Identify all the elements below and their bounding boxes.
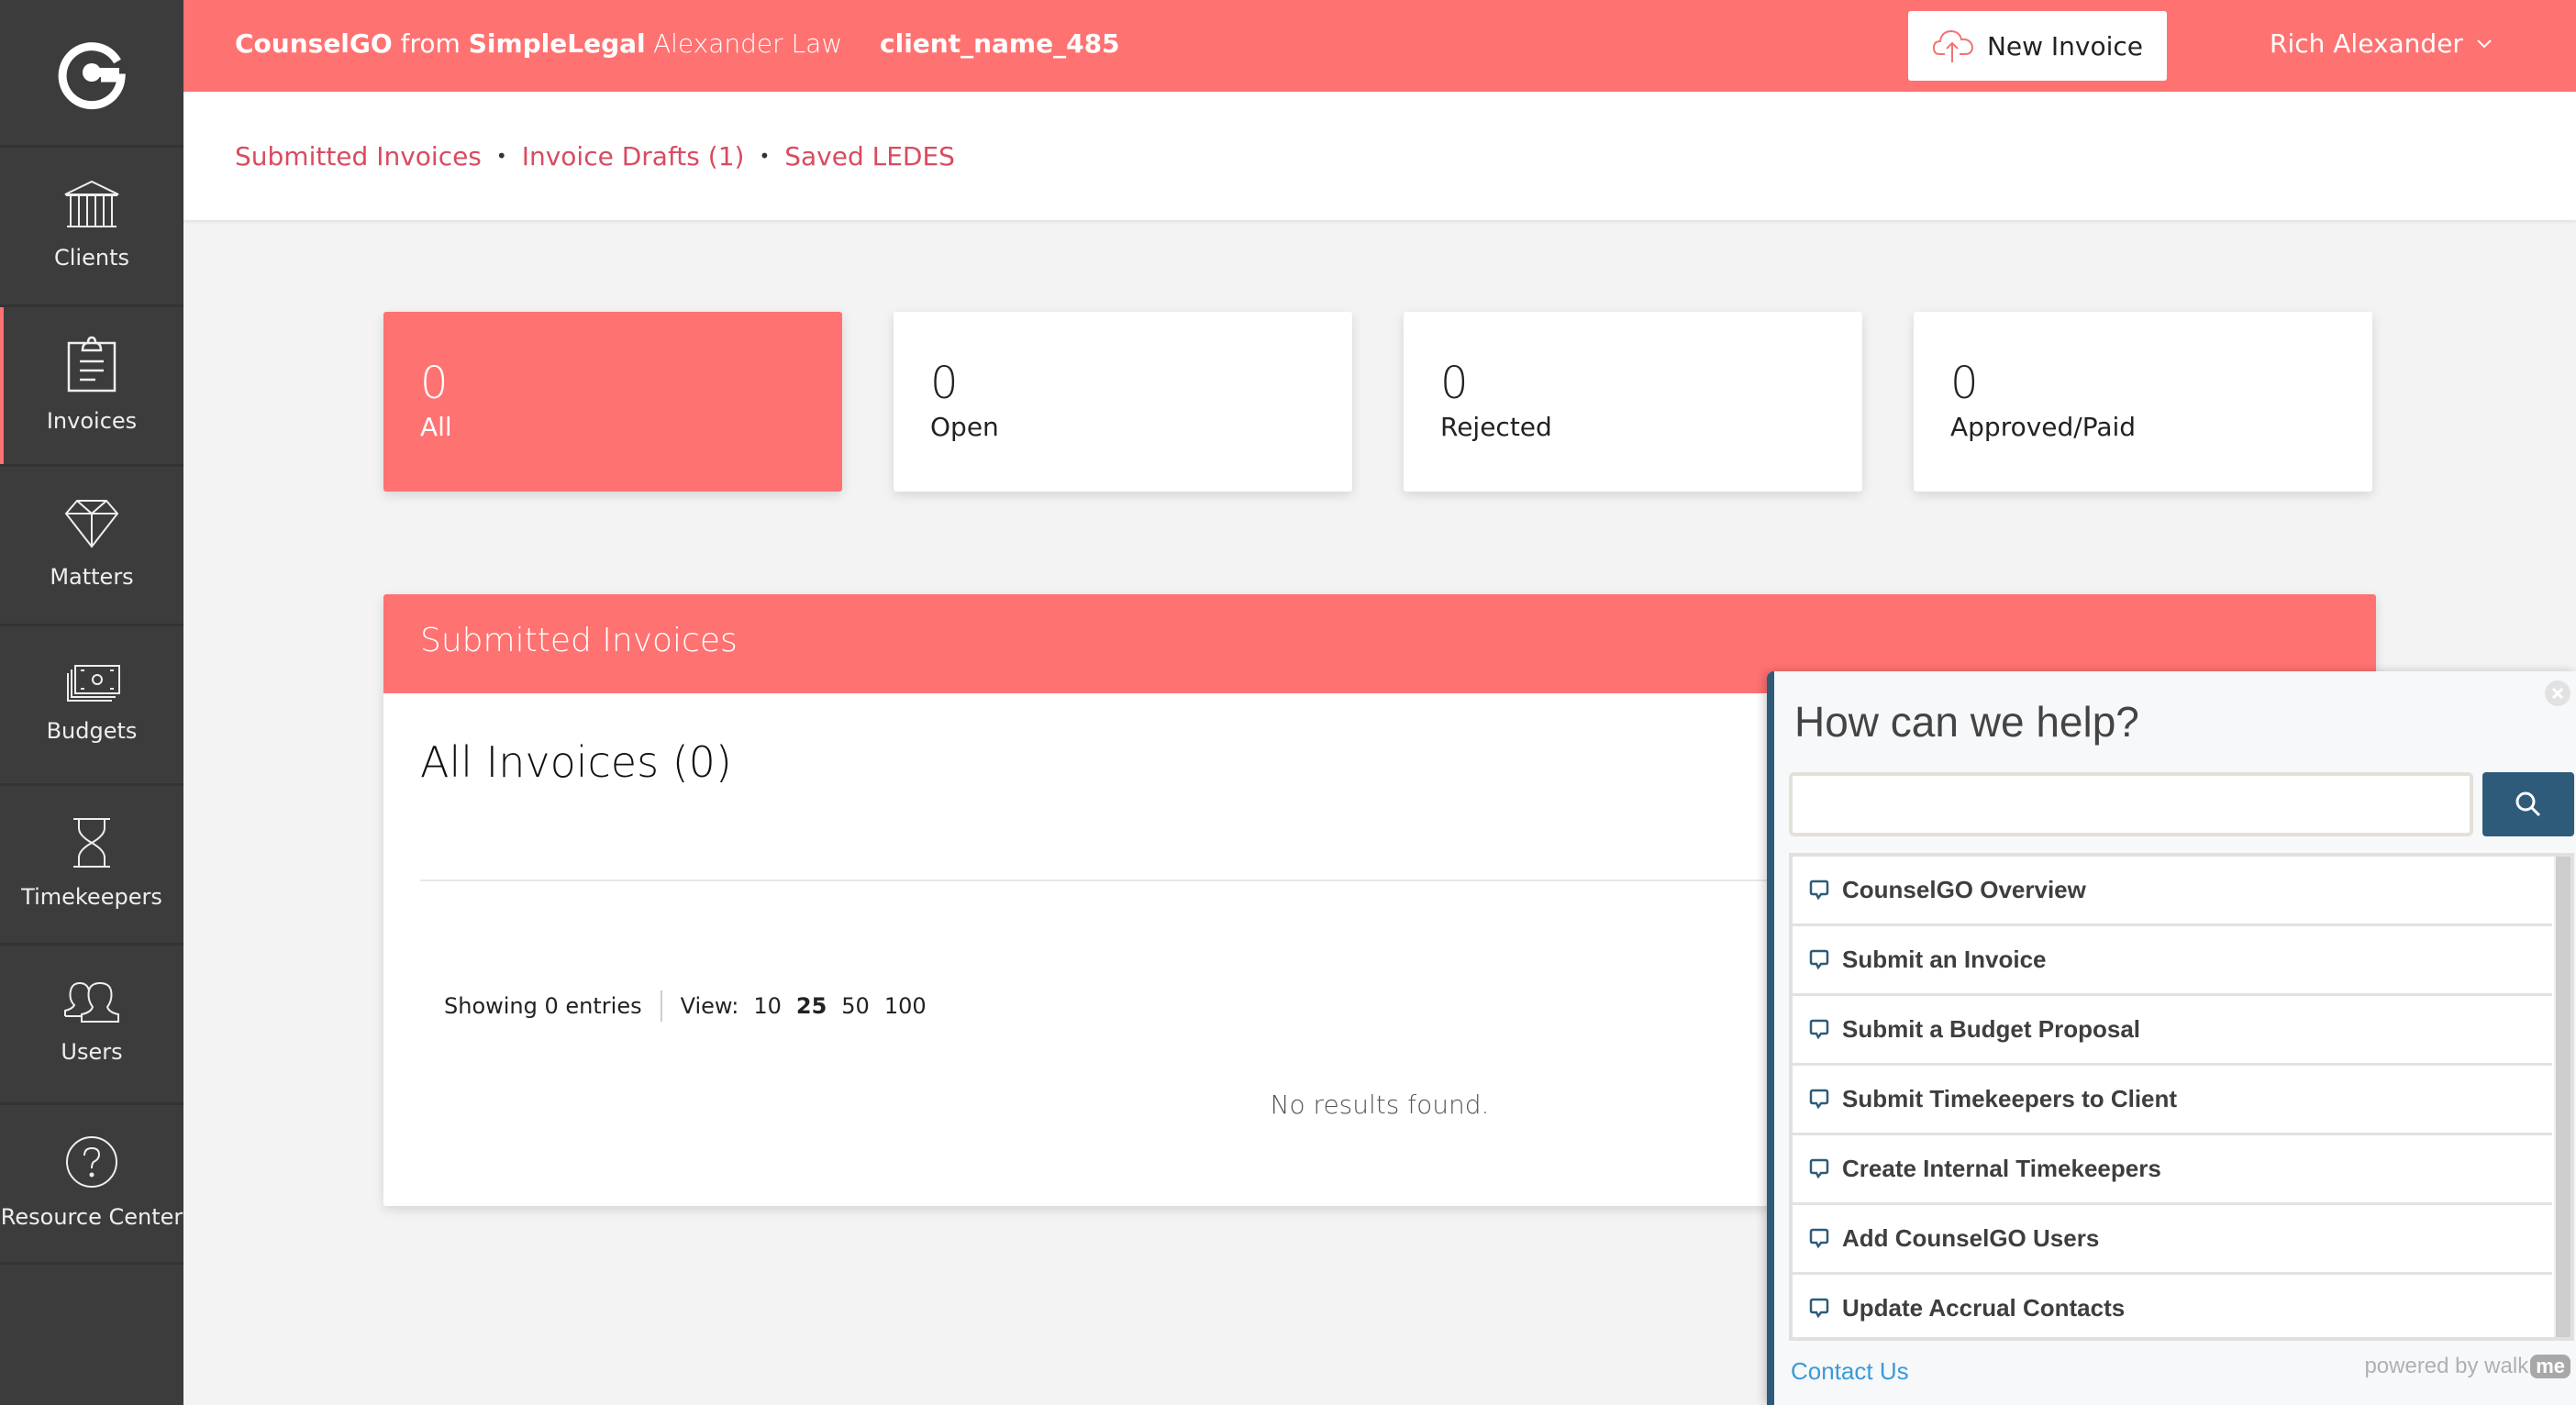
stat-card-approved-paid[interactable]: 0 Approved/Paid bbox=[1914, 312, 2372, 492]
user-menu[interactable]: Rich Alexander bbox=[2270, 28, 2493, 59]
help-topic-item[interactable]: CounselGO Overview bbox=[1793, 857, 2552, 926]
new-invoice-label: New Invoice bbox=[1986, 30, 2144, 61]
help-topic-label: CounselGO Overview bbox=[1842, 876, 2086, 903]
help-topic-item[interactable]: Create Internal Timekeepers bbox=[1793, 1135, 2552, 1205]
close-icon bbox=[2551, 687, 2564, 700]
view-option-50[interactable]: 50 bbox=[841, 993, 870, 1019]
invoice-status-cards: 0 All 0 Open 0 Rejected 0 Approved/Paid bbox=[383, 312, 2372, 492]
view-option-100[interactable]: 100 bbox=[884, 993, 927, 1019]
brand-company: SimpleLegal bbox=[468, 28, 646, 59]
divider bbox=[660, 990, 662, 1022]
help-topic-label: Update Accrual Contacts bbox=[1842, 1294, 2126, 1322]
help-topic-label: Submit Timekeepers to Client bbox=[1842, 1085, 2178, 1112]
stat-count: 0 bbox=[930, 358, 959, 409]
cloud-upload-icon bbox=[1932, 29, 1973, 62]
brand-title: CounselGO from SimpleLegal bbox=[235, 28, 646, 59]
help-search-button[interactable] bbox=[2482, 772, 2574, 836]
help-topic-label: Create Internal Timekeepers bbox=[1842, 1155, 2161, 1182]
new-invoice-button[interactable]: New Invoice bbox=[1908, 11, 2167, 81]
chevron-down-icon bbox=[2477, 39, 2492, 48]
subnav-separator: • bbox=[495, 145, 507, 167]
sidebar-item-timekeepers[interactable]: Timekeepers bbox=[0, 786, 183, 946]
stat-card-rejected[interactable]: 0 Rejected bbox=[1404, 312, 1862, 492]
diamond-icon bbox=[64, 499, 119, 548]
stat-label: Approved/Paid bbox=[1950, 412, 2137, 442]
help-topic-label: Add CounselGO Users bbox=[1842, 1224, 2100, 1252]
client-name: client_name_485 bbox=[880, 28, 1120, 59]
view-option-25[interactable]: 25 bbox=[796, 993, 827, 1019]
stat-label: All bbox=[420, 412, 452, 442]
help-topic-item[interactable]: Add CounselGO Users bbox=[1793, 1205, 2552, 1275]
firm-name: Alexander Law bbox=[653, 28, 843, 59]
help-close-button[interactable] bbox=[2545, 680, 2570, 706]
help-topic-item[interactable]: Update Accrual Contacts bbox=[1793, 1275, 2552, 1337]
subnav-invoice-drafts[interactable]: Invoice Drafts (1) bbox=[522, 141, 745, 171]
sidebar-item-label: Timekeepers bbox=[21, 883, 162, 910]
entries-pager: Showing 0 entries View: 10 25 50 100 bbox=[444, 990, 927, 1022]
sidebar-item-budgets[interactable]: Budgets bbox=[0, 626, 183, 786]
sidebar-item-users[interactable]: Users bbox=[0, 946, 183, 1105]
sidebar-item-matters[interactable]: Matters bbox=[0, 467, 183, 626]
stat-label: Open bbox=[930, 412, 999, 442]
view-option-10[interactable]: 10 bbox=[753, 993, 782, 1019]
sidebar-item-label: Users bbox=[61, 1038, 123, 1065]
sidebar-item-resource-center[interactable]: Resource Center bbox=[0, 1105, 183, 1265]
stat-count: 0 bbox=[1440, 358, 1469, 409]
clipboard-icon bbox=[67, 336, 117, 392]
sidebar: Clients Invoices Matters Budgets Timekee… bbox=[0, 0, 183, 1405]
help-widget: How can we help? CounselGO Overview Subm… bbox=[1767, 671, 2576, 1405]
money-stack-icon bbox=[67, 664, 120, 702]
stat-count: 0 bbox=[420, 358, 449, 409]
help-topics-list: CounselGO Overview Submit an Invoice Sub… bbox=[1789, 853, 2574, 1341]
contact-us-link[interactable]: Contact Us bbox=[1791, 1357, 1909, 1386]
showing-entries: Showing 0 entries bbox=[444, 993, 642, 1019]
speech-bubble-icon bbox=[1809, 880, 1829, 900]
speech-bubble-icon bbox=[1809, 1089, 1829, 1109]
help-topic-item[interactable]: Submit a Budget Proposal bbox=[1793, 996, 2552, 1066]
speech-bubble-icon bbox=[1809, 1158, 1829, 1178]
stat-card-all[interactable]: 0 All bbox=[383, 312, 842, 492]
powered-by-walkme: powered by walk me bbox=[2364, 1354, 2570, 1379]
sidebar-item-invoices[interactable]: Invoices bbox=[0, 307, 183, 467]
help-topic-label: Submit a Budget Proposal bbox=[1842, 1015, 2141, 1043]
subnav-submitted-invoices[interactable]: Submitted Invoices bbox=[235, 141, 482, 171]
help-topic-label: Submit an Invoice bbox=[1842, 946, 2047, 973]
stat-count: 0 bbox=[1950, 358, 1979, 409]
user-name: Rich Alexander bbox=[2270, 28, 2463, 59]
powered-by-text: powered by walk bbox=[2364, 1354, 2529, 1378]
all-invoices-title: All Invoices (0) bbox=[420, 737, 732, 787]
help-list-scrollbar[interactable] bbox=[2554, 857, 2570, 1337]
speech-bubble-icon bbox=[1809, 1019, 1829, 1039]
help-circle-icon bbox=[66, 1135, 117, 1188]
sidebar-item-label: Clients bbox=[54, 244, 129, 271]
help-topic-item[interactable]: Submit Timekeepers to Client bbox=[1793, 1066, 2552, 1135]
view-label: View: bbox=[680, 993, 739, 1019]
help-search-input[interactable] bbox=[1789, 772, 2473, 836]
stat-label: Rejected bbox=[1440, 412, 1552, 442]
users-icon bbox=[64, 981, 119, 1023]
help-title: How can we help? bbox=[1794, 698, 2139, 746]
bank-icon bbox=[64, 180, 119, 227]
search-icon bbox=[2515, 791, 2541, 817]
speech-bubble-icon bbox=[1809, 949, 1829, 969]
help-topic-item[interactable]: Submit an Invoice bbox=[1793, 926, 2552, 996]
speech-bubble-icon bbox=[1809, 1298, 1829, 1318]
subnav-separator: • bbox=[759, 145, 771, 167]
sidebar-item-clients[interactable]: Clients bbox=[0, 148, 183, 307]
sidebar-item-label: Budgets bbox=[46, 717, 138, 744]
top-bar: CounselGO from SimpleLegal Alexander Law… bbox=[183, 0, 2576, 92]
subnav-saved-ledes[interactable]: Saved LEDES bbox=[784, 141, 955, 171]
walkme-logo-icon: me bbox=[2530, 1355, 2570, 1378]
sidebar-item-label: Matters bbox=[50, 563, 134, 590]
hourglass-icon bbox=[73, 817, 110, 868]
invoice-subnav: Submitted Invoices • Invoice Drafts (1) … bbox=[183, 92, 2576, 220]
counselgo-logo-icon bbox=[58, 42, 126, 110]
app-logo[interactable] bbox=[0, 0, 183, 148]
brand-from: from bbox=[400, 28, 461, 59]
sidebar-item-label: Resource Center bbox=[0, 1203, 183, 1230]
speech-bubble-icon bbox=[1809, 1228, 1829, 1248]
sidebar-item-label: Invoices bbox=[46, 407, 138, 434]
stat-card-open[interactable]: 0 Open bbox=[894, 312, 1352, 492]
brand-product: CounselGO bbox=[235, 28, 393, 59]
